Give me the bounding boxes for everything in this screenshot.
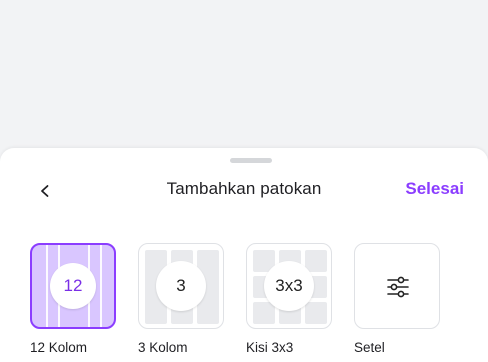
option-label: 12 Kolom — [30, 340, 88, 355]
bottom-sheet: Tambahkan patokan Selesai 12 12 Kolom 3 … — [0, 148, 488, 362]
option-label: Setel — [354, 340, 385, 355]
option-custom[interactable]: Setel — [354, 243, 442, 355]
option-badge: 3 — [156, 261, 206, 311]
sliders-icon — [387, 276, 409, 298]
option-label: 3 Kolom — [138, 340, 188, 355]
option-badge: 12 — [50, 263, 96, 309]
option-tile[interactable]: 3x3 — [246, 243, 332, 329]
option-tile[interactable] — [354, 243, 440, 329]
canvas-area — [12, 8, 476, 158]
option-12-columns[interactable]: 12 12 Kolom — [30, 243, 118, 355]
done-button[interactable]: Selesai — [405, 179, 464, 199]
canvas-background — [0, 0, 488, 170]
option-tile[interactable]: 3 — [138, 243, 224, 329]
option-tile[interactable]: 12 — [30, 243, 116, 329]
drag-handle[interactable] — [230, 158, 272, 163]
option-3-columns[interactable]: 3 3 Kolom — [138, 243, 226, 355]
option-badge: 3x3 — [264, 261, 314, 311]
option-grid-3x3[interactable]: 3x3 Kisi 3x3 — [246, 243, 334, 355]
option-label: Kisi 3x3 — [246, 340, 294, 355]
